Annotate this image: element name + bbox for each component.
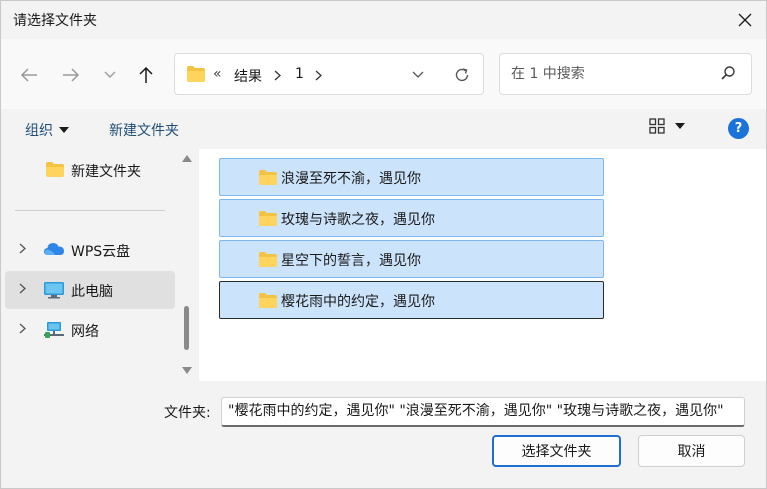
close-icon [738, 13, 752, 27]
folder-icon [187, 66, 205, 82]
file-list: 浪漫至死不渝，遇见你 玫瑰与诗歌之夜，遇见你 星空下的誓言，遇见你 樱花雨中的约… [199, 149, 766, 381]
folder-icon [259, 211, 277, 226]
file-name: 浪漫至死不渝，遇见你 [281, 171, 421, 187]
folder-icon [46, 162, 64, 177]
scrollbar-thumb[interactable] [184, 306, 189, 350]
scroll-down-icon[interactable] [182, 367, 192, 374]
title-bar: 请选择文件夹 [1, 1, 766, 39]
file-name: 樱花雨中的约定，遇见你 [281, 294, 435, 310]
command-bar: 组织 新建文件夹 ? [1, 109, 766, 149]
list-item[interactable]: 樱花雨中的约定，遇见你 [219, 281, 604, 319]
organize-menu[interactable]: 组织 [25, 120, 69, 140]
search-icon [721, 66, 735, 80]
search-box[interactable] [499, 53, 752, 95]
arrow-up-icon [139, 66, 153, 83]
refresh-button[interactable] [451, 64, 473, 86]
breadcrumb-item[interactable]: 1 [295, 66, 304, 82]
cancel-button[interactable]: 取消 [638, 435, 745, 467]
close-button[interactable] [730, 5, 760, 35]
sidebar-scrollbar[interactable] [179, 149, 195, 381]
sidebar-item-network[interactable]: 网络 [5, 311, 175, 349]
caret-down-icon [59, 127, 69, 133]
scroll-up-icon[interactable] [182, 155, 192, 162]
caret-down-icon [675, 123, 685, 129]
forward-button[interactable] [57, 61, 85, 89]
recent-locations-button[interactable] [96, 61, 124, 89]
file-name: 玫瑰与诗歌之夜，遇见你 [281, 212, 435, 228]
navigation-pane: 新建文件夹 WPS云盘 此电脑 网络 [1, 149, 199, 381]
sidebar-item-this-pc[interactable]: 此电脑 [5, 271, 175, 309]
list-item[interactable]: 玫瑰与诗歌之夜，遇见你 [219, 199, 604, 237]
list-item[interactable]: 星空下的誓言，遇见你 [219, 240, 604, 278]
dialog-title: 请选择文件夹 [13, 13, 97, 29]
sidebar-item-wps-cloud[interactable]: WPS云盘 [5, 231, 175, 269]
arrow-left-icon [20, 68, 37, 82]
chevron-right-icon[interactable] [19, 243, 26, 254]
search-input[interactable] [511, 64, 701, 84]
folder-picker-dialog: 请选择文件夹 « 结果 1 在 1 中搜索 组织 新建文件夹 ? 新建文件夹 W… [0, 0, 767, 489]
sidebar-divider [15, 210, 165, 211]
organize-label: 组织 [25, 123, 53, 139]
view-options-button[interactable] [649, 118, 685, 134]
help-button[interactable]: ? [728, 118, 749, 139]
folder-icon [259, 170, 277, 185]
refresh-icon [455, 68, 469, 82]
list-item[interactable]: 浪漫至死不渝，遇见你 [219, 158, 604, 196]
folder-icon [259, 293, 277, 308]
grid-view-icon [649, 118, 665, 134]
sidebar-item-label: 此电脑 [71, 284, 113, 300]
address-bar[interactable]: « 结果 1 [174, 53, 484, 95]
sidebar-item-label: 网络 [71, 324, 99, 340]
sidebar-item-new-folder[interactable]: 新建文件夹 [5, 151, 175, 189]
chevron-right-icon [274, 70, 281, 81]
back-button[interactable] [15, 61, 43, 89]
file-name: 星空下的誓言，遇见你 [281, 253, 421, 269]
chevron-down-icon [412, 71, 424, 78]
up-button[interactable] [132, 61, 160, 89]
arrow-right-icon [63, 68, 80, 82]
chevron-right-icon [315, 70, 322, 81]
navigation-bar: « 结果 1 [1, 39, 766, 109]
address-overflow[interactable]: « [213, 66, 222, 82]
sidebar-item-label: 新建文件夹 [71, 164, 141, 180]
cloud-icon [44, 243, 64, 255]
network-icon [44, 322, 64, 338]
chevron-right-icon[interactable] [19, 323, 26, 334]
dialog-footer: 文件夹: "樱花雨中的约定，遇见你" "浪漫至死不渝，遇见你" "玫瑰与诗歌之夜… [1, 381, 766, 488]
select-folder-button[interactable]: 选择文件夹 [492, 435, 621, 467]
folder-field-label: 文件夹: [164, 405, 211, 421]
chevron-right-icon[interactable] [19, 283, 26, 294]
monitor-icon [44, 282, 64, 299]
help-icon: ? [734, 121, 743, 136]
address-history-button[interactable] [408, 65, 428, 85]
folder-name-field[interactable]: "樱花雨中的约定，遇见你" "浪漫至死不渝，遇见你" "玫瑰与诗歌之夜，遇见你" [221, 397, 745, 427]
new-folder-button[interactable]: 新建文件夹 [109, 120, 179, 140]
sidebar-item-label: WPS云盘 [71, 244, 131, 260]
folder-icon [259, 252, 277, 267]
chevron-down-icon [104, 71, 116, 78]
breadcrumb-item[interactable]: 结果 [234, 66, 262, 86]
